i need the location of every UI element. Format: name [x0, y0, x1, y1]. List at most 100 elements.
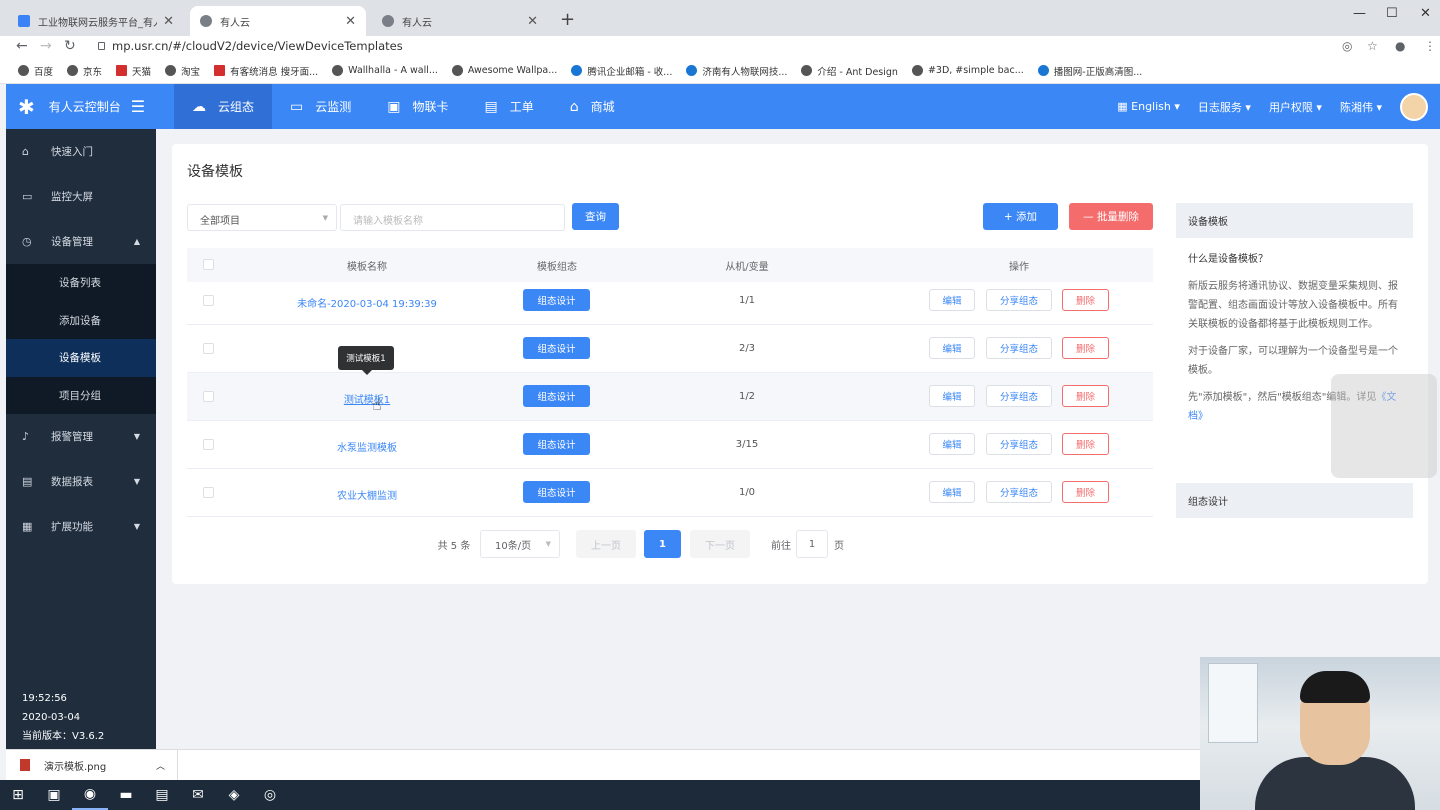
template-name-link[interactable]: 水泵监测模板 [217, 439, 517, 454]
sidebar-subitem-device-list[interactable]: 设备列表 [6, 264, 156, 302]
zutai-design-button[interactable]: 组态设计 [523, 433, 590, 455]
browser-tab-3[interactable]: 有人云 ✕ [372, 6, 548, 36]
page-1-button[interactable]: 1 [644, 530, 681, 558]
query-button[interactable]: 查询 [572, 203, 619, 230]
row-checkbox[interactable] [203, 295, 214, 306]
sidebar-item-bigscreen[interactable]: ▭ 监控大屏 [6, 174, 156, 219]
bookmark[interactable]: Wallhalla - A wall... [332, 65, 438, 76]
page-size-select[interactable]: 10条/页 ▼ [480, 530, 560, 558]
delete-button[interactable]: 删除 [1062, 481, 1109, 503]
edit-button[interactable]: 编辑 [929, 481, 975, 503]
sidebar-subitem-device-template[interactable]: 设备模板 [6, 339, 156, 377]
account-icon[interactable]: ● [1395, 39, 1405, 53]
share-zutai-button[interactable]: 分享组态 [986, 337, 1052, 359]
zutai-design-panel-header[interactable]: 组态设计 [1176, 483, 1413, 518]
select-all-checkbox[interactable] [203, 259, 214, 270]
sidebar-item-extensions[interactable]: ▦ 扩展功能 ▼ [6, 504, 156, 549]
share-zutai-button[interactable]: 分享组态 [986, 385, 1052, 407]
app-icon[interactable]: ◎ [252, 780, 288, 810]
bookmark[interactable]: 济南有人物联网技... [686, 64, 787, 78]
next-page-button[interactable]: 下一页 [690, 530, 750, 558]
avatar[interactable] [1400, 92, 1428, 121]
delete-button[interactable]: 删除 [1062, 289, 1109, 311]
language-dropdown[interactable]: ▦ English ▾ [1117, 100, 1180, 113]
location-icon[interactable]: ◎ [1342, 39, 1352, 53]
chevron-up-icon[interactable]: ︿ [156, 759, 165, 772]
share-zutai-button[interactable]: 分享组态 [986, 289, 1052, 311]
zutai-design-button[interactable]: 组态设计 [523, 385, 590, 407]
folder-icon[interactable]: ▬ [108, 780, 144, 810]
bookmark[interactable]: 淘宝 [165, 64, 200, 78]
bookmark[interactable]: 百度 [18, 64, 53, 78]
batch-delete-button[interactable]: — 批量删除 [1069, 203, 1153, 230]
sidebar-subitem-project-group[interactable]: 项目分组 [6, 376, 156, 414]
edit-button[interactable]: 编辑 [929, 385, 975, 407]
add-button[interactable]: + 添加 [983, 203, 1058, 230]
bookmark[interactable]: 天猫 [116, 64, 151, 78]
zutai-design-button[interactable]: 组态设计 [523, 337, 590, 359]
prev-page-button[interactable]: 上一页 [576, 530, 636, 558]
brand[interactable]: ✱ 有人云控制台 ☰ [6, 84, 156, 129]
browser-tab-2[interactable]: 有人云 ✕ [190, 6, 366, 36]
notes-icon[interactable]: ▤ [144, 780, 180, 810]
template-search-input[interactable]: 请输入模板名称 [340, 204, 565, 231]
store-icon[interactable]: ▣ [36, 780, 72, 810]
bookmark[interactable]: 介绍 - Ant Design [801, 64, 898, 78]
edit-button[interactable]: 编辑 [929, 337, 975, 359]
row-checkbox[interactable] [203, 439, 214, 450]
row-checkbox[interactable] [203, 343, 214, 354]
chat-icon[interactable]: ◈ [216, 780, 252, 810]
share-zutai-button[interactable]: 分享组态 [986, 481, 1052, 503]
share-zutai-button[interactable]: 分享组态 [986, 433, 1052, 455]
row-checkbox[interactable] [203, 391, 214, 402]
delete-button[interactable]: 删除 [1062, 433, 1109, 455]
sidebar-item-report[interactable]: ▤ 数据报表 ▼ [6, 459, 156, 504]
chrome-icon[interactable]: ◉ [72, 780, 108, 810]
help-panel-header[interactable]: 设备模板 [1176, 203, 1413, 238]
bookmark[interactable]: 有客统消息 搜牙面... [214, 64, 318, 78]
sidebar-item-alarm[interactable]: ♪ 报警管理 ▼ [6, 414, 156, 459]
url-field[interactable]: mp.usr.cn/#/cloudV2/device/ViewDeviceTem… [112, 39, 403, 53]
nav-item-gongdan[interactable]: ▤ 工单 [467, 84, 552, 129]
more-icon[interactable]: ⋮ [1424, 39, 1436, 53]
edit-button[interactable]: 编辑 [929, 433, 975, 455]
sidebar-item-device-management[interactable]: ◷ 设备管理 ▲ [6, 219, 156, 264]
template-name-link[interactable]: 未命名-2020-03-04 19:39:39 [217, 295, 517, 310]
nav-item-shangcheng[interactable]: ⌂ 商城 [552, 84, 633, 129]
window-close-icon[interactable]: ✕ [1420, 6, 1431, 21]
user-permission-dropdown[interactable]: 用户权限 ▾ [1269, 99, 1322, 115]
template-name-link[interactable]: 测试模板1 [217, 391, 517, 406]
hamburger-menu-icon[interactable]: ☰ [131, 97, 145, 116]
nav-item-yunjiance[interactable]: ▭ 云监测 [272, 84, 369, 129]
back-icon[interactable]: ← [16, 38, 28, 54]
browser-tab-1[interactable]: 工业物联网云服务平台_有人科技 ✕ [8, 6, 184, 36]
nav-item-wulianka[interactable]: ▣ 物联卡 [369, 84, 466, 129]
row-checkbox[interactable] [203, 487, 214, 498]
log-service-dropdown[interactable]: 日志服务 ▾ [1198, 99, 1251, 115]
email-icon[interactable]: ✉ [180, 780, 216, 810]
delete-button[interactable]: 删除 [1062, 385, 1109, 407]
windows-start-icon[interactable]: ⊞ [0, 780, 36, 810]
floating-overlay[interactable] [1331, 374, 1437, 478]
maximize-icon[interactable]: ☐ [1386, 6, 1398, 21]
user-dropdown[interactable]: 陈湘伟 ▾ [1340, 99, 1382, 115]
bookmark[interactable]: #3D, #simple bac... [911, 65, 1024, 76]
bookmark[interactable]: Awesome Wallpa... [451, 65, 557, 76]
forward-icon[interactable]: → [40, 38, 52, 54]
nav-item-yunzutai[interactable]: ☁ 云组态 [174, 84, 273, 129]
sidebar-item-quickstart[interactable]: ⌂ 快速入门 [6, 129, 156, 174]
edit-button[interactable]: 编辑 [929, 289, 975, 311]
sidebar-subitem-add-device[interactable]: 添加设备 [6, 301, 156, 339]
template-name-link[interactable]: 农业大棚监测 [217, 487, 517, 502]
project-select[interactable]: 全部项目 ▼ [187, 204, 337, 231]
close-icon[interactable]: ✕ [527, 14, 538, 29]
close-icon[interactable]: ✕ [163, 14, 174, 29]
bookmark[interactable]: 京东 [67, 64, 102, 78]
goto-page-input[interactable]: 1 [796, 530, 828, 558]
download-item[interactable]: 演示模板.png ︿ [6, 749, 178, 781]
bookmark[interactable]: 腾讯企业邮箱 - 收... [571, 64, 672, 78]
star-icon[interactable]: ☆ [1367, 39, 1378, 53]
zutai-design-button[interactable]: 组态设计 [523, 481, 590, 503]
zutai-design-button[interactable]: 组态设计 [523, 289, 590, 311]
delete-button[interactable]: 删除 [1062, 337, 1109, 359]
